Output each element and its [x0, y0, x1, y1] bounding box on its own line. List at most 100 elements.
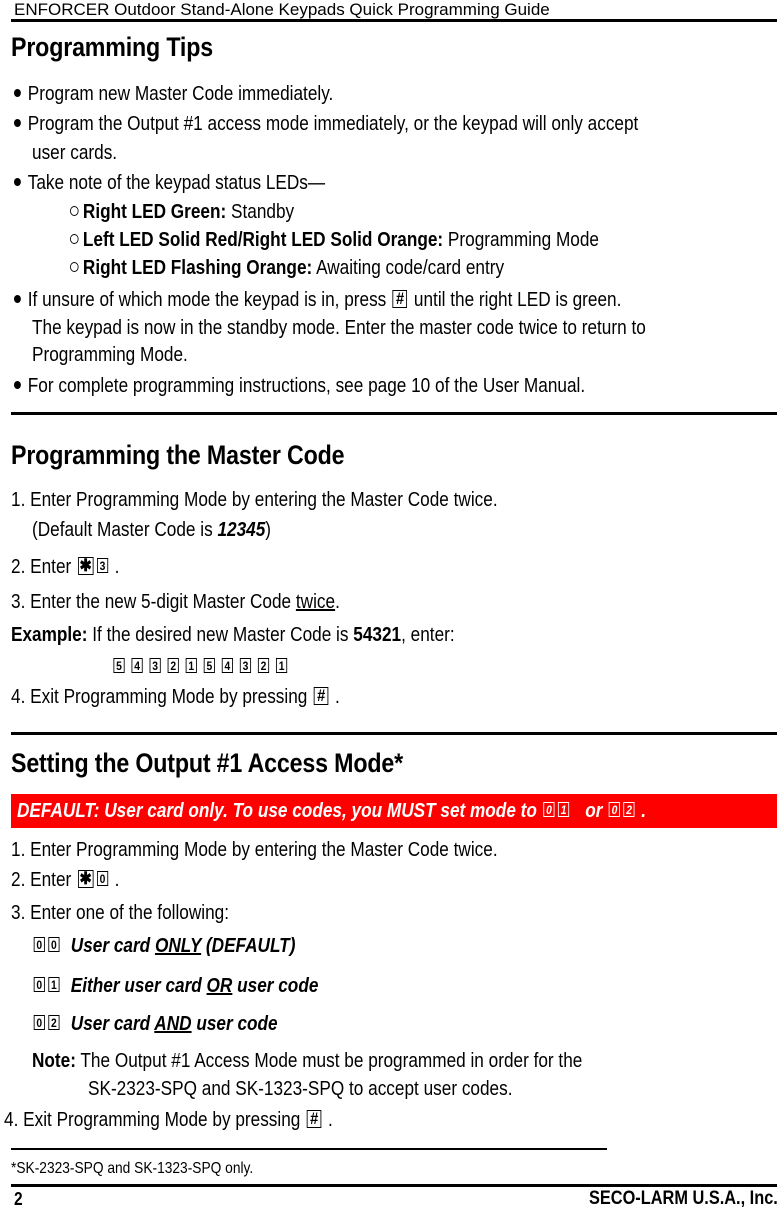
step-text: 4. Exit Programming Mode by pressing — [4, 1109, 301, 1131]
key-2-icon: 2 — [167, 658, 179, 674]
hash-key-icon: # — [392, 289, 408, 308]
step-text: 3. Enter the new 5-digit Master Code — [11, 591, 296, 613]
step-4: 4. Exit Programming Mode by pressing # . — [4, 1108, 333, 1132]
key-3-icon: 3 — [149, 658, 161, 674]
step-3: 3. Enter the new 5-digit Master Code twi… — [11, 590, 340, 614]
step-4: 4. Exit Programming Mode by pressing # . — [11, 685, 340, 709]
tip-item: Program new Master Code immediately. — [14, 82, 333, 106]
key-3-icon: 3 — [239, 658, 252, 674]
mode-option: 00 User card ONLY (DEFAULT) — [32, 934, 295, 958]
led-desc: Awaiting code/card entry — [316, 257, 505, 279]
example-code: 54321 — [353, 624, 402, 646]
tip-text-continued: user cards. — [32, 142, 118, 164]
key-4-icon: 4 — [131, 658, 143, 674]
key-5-icon: 5 — [113, 658, 125, 674]
tip-item: Take note of the keypad status LEDs— — [14, 171, 325, 195]
key-icon: 0 — [48, 937, 60, 953]
step-1-note: (Default Master Code is 12345) — [32, 518, 271, 542]
hash-key-icon: # — [306, 1109, 322, 1128]
banner-message: DEFAULT: User card only. To use codes, y… — [17, 800, 537, 822]
mode-option: 01 Either user card OR user code — [32, 974, 318, 998]
option-text: Either user card OR user code — [71, 975, 319, 997]
example-text: , enter: — [401, 624, 455, 646]
step-text: . — [335, 591, 340, 613]
step-text: 2. Enter — [11, 869, 72, 891]
bullet-icon — [14, 177, 21, 186]
key-icon: 2 — [48, 1015, 60, 1031]
tip-text: Program the Output #1 access mode immedi… — [27, 113, 639, 135]
bullet-icon — [14, 88, 21, 97]
banner-text: DEFAULT: User card only. To use codes, y… — [17, 799, 646, 823]
note-text: (Default Master Code is — [32, 519, 218, 541]
tip-text: Take note of the keypad status LEDs— — [27, 172, 326, 194]
step-text: . — [327, 1109, 333, 1131]
option-text-part: (DEFAULT) — [201, 935, 296, 957]
step-2: 2. Enter ✱ 3 . — [11, 555, 119, 579]
section-divider — [11, 412, 777, 415]
circle-bullet-icon — [70, 261, 79, 272]
led-label: Left LED Solid Red/Right LED Solid Orang… — [82, 229, 444, 251]
tip-text: until the right LED is green. — [413, 289, 622, 311]
note-text: The Output #1 Access Mode must be progra… — [75, 1050, 583, 1072]
circle-bullet-icon — [70, 233, 79, 244]
example-key-sequence: 5432154321 — [110, 655, 291, 679]
option-emphasis: ONLY — [154, 935, 202, 957]
option-text-part: user code — [191, 1013, 278, 1035]
key-5-icon: 5 — [203, 658, 215, 674]
footnote: *SK-2323-SPQ and SK-1323-SPQ only. — [11, 1160, 254, 1177]
circle-bullet-icon — [70, 205, 79, 216]
hash-key-icon: # — [313, 686, 329, 705]
company-name: SECO-LARM U.S.A., Inc. — [589, 1188, 777, 1209]
default-code: 12345 — [217, 519, 266, 541]
step-text: . — [114, 556, 120, 578]
led-label: Right LED Flashing Orange: — [82, 257, 313, 279]
option-text-part: User card — [70, 935, 155, 957]
key-2-icon: 2 — [257, 658, 270, 674]
mode-option: 02 User card AND user code — [32, 1012, 278, 1036]
key-0-icon: 0 — [608, 802, 621, 818]
led-item: Right LED Green: Standby — [70, 200, 294, 224]
key-4-icon: 4 — [221, 658, 233, 674]
key-3-icon: 3 — [96, 558, 109, 574]
emphasis-text: twice — [295, 591, 336, 613]
key-0-icon: 0 — [96, 871, 109, 887]
section-heading: Setting the Output #1 Access Mode* — [11, 748, 403, 778]
option-emphasis: OR — [206, 975, 233, 997]
step-text: 2. Enter — [11, 556, 72, 578]
option-text: User card ONLY (DEFAULT) — [71, 935, 296, 957]
led-item: Right LED Flashing Orange: Awaiting code… — [70, 256, 504, 280]
banner-period: . — [641, 800, 647, 822]
tip-item: For complete programming instructions, s… — [14, 374, 585, 398]
banner-or: or — [585, 800, 603, 822]
tip-text-continued: Programming Mode. — [32, 344, 188, 366]
bullet-icon — [14, 294, 21, 303]
note: Note: The Output #1 Access Mode must be … — [32, 1049, 582, 1073]
tip-text-continued: The keypad is now in the standby mode. E… — [32, 317, 646, 339]
option-text-part: User card — [70, 1013, 155, 1035]
led-item: Left LED Solid Red/Right LED Solid Orang… — [70, 228, 599, 252]
option-text: User card AND user code — [71, 1013, 278, 1035]
bullet-icon — [14, 380, 21, 389]
section-divider — [11, 732, 777, 735]
key-icon: 0 — [33, 1015, 45, 1031]
tip-text: For complete programming instructions, s… — [27, 375, 586, 397]
key-icon: 0 — [33, 937, 45, 953]
led-desc: Standby — [231, 201, 295, 223]
header-rule — [11, 19, 777, 22]
key-icon: 1 — [48, 977, 60, 993]
step-text: . — [114, 869, 120, 891]
default-warning-banner: DEFAULT: User card only. To use codes, y… — [11, 794, 777, 828]
tip-item: Program the Output #1 access mode immedi… — [14, 112, 638, 136]
example-text: If the desired new Master Code is — [87, 624, 354, 646]
star-key-icon: ✱ — [77, 868, 94, 888]
step-text: . — [334, 686, 340, 708]
footnote-divider — [11, 1148, 607, 1150]
tip-item: If unsure of which mode the keypad is in… — [14, 288, 621, 312]
star-key-icon: ✱ — [77, 555, 94, 575]
tip-text: Program new Master Code immediately. — [27, 83, 334, 105]
key-1-icon: 1 — [185, 658, 197, 674]
step-text: 4. Exit Programming Mode by pressing — [11, 686, 308, 708]
tip-text: If unsure of which mode the keypad is in… — [27, 289, 387, 311]
key-1-icon: 1 — [275, 658, 288, 674]
example-label: Example: — [11, 624, 88, 646]
